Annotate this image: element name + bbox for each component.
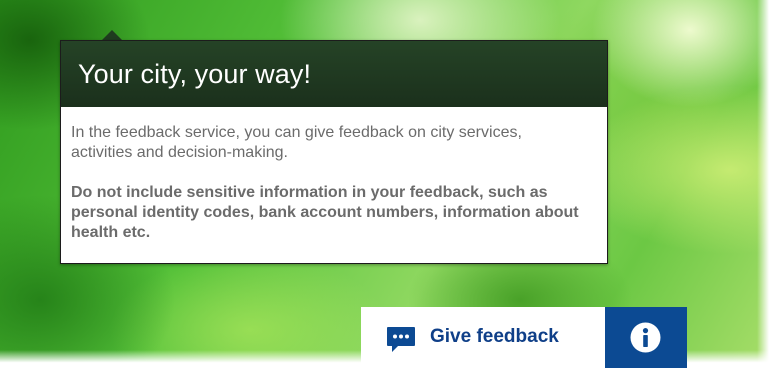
popup-title: Your city, your way! xyxy=(78,58,312,89)
give-feedback-label: Give feedback xyxy=(430,326,559,347)
popup-body: In the feedback service, you can give fe… xyxy=(61,107,607,243)
chat-bubble-icon xyxy=(387,327,415,352)
background-edge-fade xyxy=(757,0,769,368)
popup-header: Your city, your way! xyxy=(61,41,607,107)
give-feedback-button[interactable]: Give feedback xyxy=(361,307,605,368)
info-icon xyxy=(630,322,661,353)
page-background: Your city, your way! In the feedback ser… xyxy=(0,0,769,368)
info-popup: Your city, your way! In the feedback ser… xyxy=(60,40,608,264)
info-button[interactable] xyxy=(605,307,687,368)
popup-warning: Do not include sensitive information in … xyxy=(71,184,579,241)
popup-description: In the feedback service, you can give fe… xyxy=(71,124,522,161)
